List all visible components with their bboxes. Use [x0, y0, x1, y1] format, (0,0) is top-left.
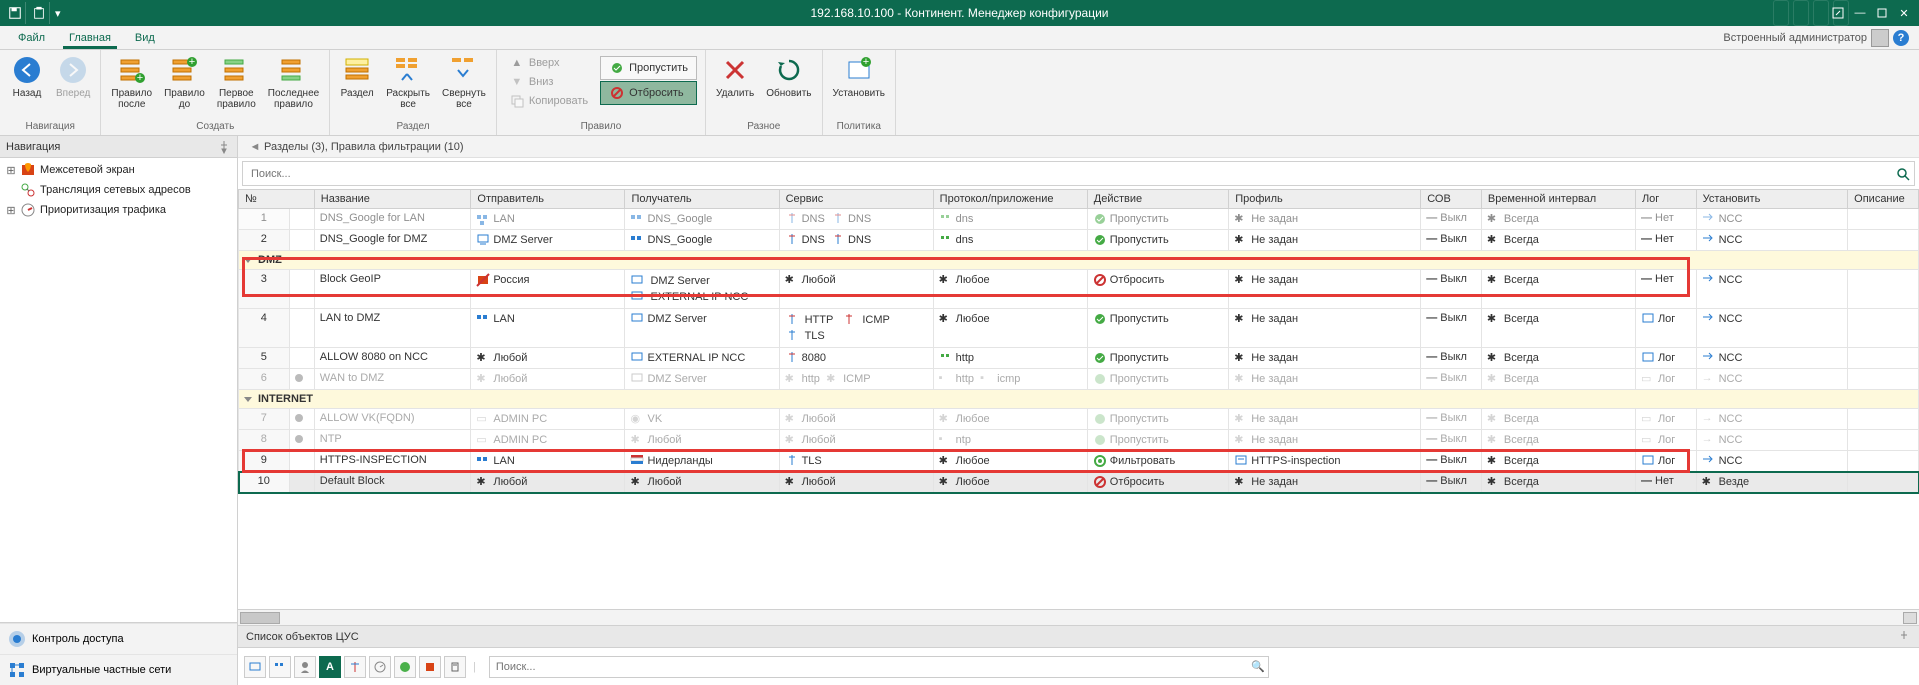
nav-forward-button: Вперед — [50, 52, 96, 101]
objlist-header: Список объектов ЦУС — [246, 631, 359, 643]
table-row[interactable]: 9 HTTPS-INSPECTION LAN Нидерланды TLS ✱Л… — [239, 451, 1919, 472]
titlebar: ▾ 192.168.10.100 - Континент. Менеджер к… — [0, 0, 1919, 26]
obj-filter-8[interactable] — [419, 656, 441, 678]
rules-table-wrap: № Название Отправитель Получатель Сервис… — [238, 189, 1919, 609]
maximize-button[interactable] — [1873, 4, 1891, 22]
search-icon[interactable] — [1892, 167, 1914, 181]
minimize-button[interactable]: — — [1851, 4, 1869, 22]
window-title: 192.168.10.100 - Континент. Менеджер кон… — [810, 6, 1108, 20]
nav-back-button[interactable]: Назад — [4, 52, 50, 101]
col-receiver[interactable]: Получатель — [625, 190, 779, 209]
svg-text:+: + — [137, 72, 143, 84]
delete-button[interactable]: Удалить — [710, 52, 760, 101]
table-row[interactable]: 4 LAN to DMZ LAN DMZ Server HTTP ICMPTLS… — [239, 309, 1919, 348]
allow-toggle[interactable]: Пропустить — [600, 56, 697, 80]
col-profile[interactable]: Профиль — [1229, 190, 1421, 209]
obj-filter-7[interactable] — [394, 656, 416, 678]
ribbon: Назад Вперед Навигация +Правило после +П… — [0, 50, 1919, 136]
drop-toggle[interactable]: Отбросить — [600, 81, 697, 105]
expand-all-button[interactable]: Раскрыть все — [380, 52, 436, 112]
tree-qos[interactable]: ⊞Приоритизация трафика — [0, 200, 237, 220]
tree-firewall[interactable]: ⊞Межсетевой экран — [0, 160, 237, 180]
rule-last-button[interactable]: Последнее правило — [262, 52, 325, 112]
breadcrumb-back-icon[interactable]: ◄ — [246, 141, 264, 153]
obj-filter-5[interactable] — [344, 656, 366, 678]
col-cob[interactable]: СОВ — [1421, 190, 1482, 209]
section-button[interactable]: Раздел — [334, 52, 380, 101]
help-icon[interactable]: ? — [1893, 30, 1909, 46]
collapse-all-button[interactable]: Свернуть все — [436, 52, 492, 112]
rule-first-button[interactable]: Первое правило — [211, 52, 262, 112]
col-install[interactable]: Установить — [1696, 190, 1848, 209]
obj-filter-9[interactable] — [444, 656, 466, 678]
refresh-button[interactable]: Обновить — [760, 52, 817, 101]
table-row[interactable]: 1 DNS_Google for LAN LAN DNS_Google DNS … — [239, 209, 1919, 230]
tab-file[interactable]: Файл — [6, 26, 57, 49]
col-num[interactable]: № — [239, 190, 315, 209]
col-proto[interactable]: Протокол/приложение — [933, 190, 1087, 209]
col-time[interactable]: Временной интервал — [1481, 190, 1635, 209]
tab-view[interactable]: Вид — [123, 26, 167, 49]
object-list-panel: Список объектов ЦУС A | 🔍 — [238, 625, 1919, 685]
obj-filter-2[interactable] — [269, 656, 291, 678]
ribbon-tabs: Файл Главная Вид Встроенный администрато… — [0, 26, 1919, 50]
table-row[interactable]: 10 Default Block ✱Любой ✱Любой ✱Любой ✱Л… — [239, 472, 1919, 493]
table-row[interactable]: 2 DNS_Google for DMZ DMZ Server DNS_Goog… — [239, 230, 1919, 251]
close-button[interactable]: ✕ — [1895, 4, 1913, 22]
install-button[interactable]: +Установить — [827, 52, 892, 101]
col-log[interactable]: Лог — [1635, 190, 1696, 209]
qat-paste-icon[interactable] — [28, 2, 50, 24]
move-down-button: ▼Вниз — [505, 73, 592, 91]
nav-header: Навигация — [6, 141, 60, 153]
rules-table: № Название Отправитель Получатель Сервис… — [238, 189, 1919, 493]
obj-filter-6[interactable] — [369, 656, 391, 678]
bottom-tab-vpn[interactable]: Виртуальные частные сети — [0, 654, 237, 685]
col-desc[interactable]: Описание — [1848, 190, 1919, 209]
breadcrumb: ◄Разделы (3), Правила фильтрации (10) — [238, 136, 1919, 158]
search-bar — [242, 161, 1915, 186]
copy-button: Копировать — [505, 92, 592, 110]
h-scrollbar[interactable] — [238, 609, 1919, 625]
col-service[interactable]: Сервис — [779, 190, 933, 209]
pin-icon[interactable] — [1897, 630, 1911, 644]
table-row[interactable]: 7 ALLOW VK(FQDN) ▭ADMIN PC ◉VK ✱Любой ✱Л… — [239, 409, 1919, 430]
pin-icon[interactable] — [217, 140, 231, 154]
tree-nat[interactable]: Трансляция сетевых адресов — [0, 180, 237, 200]
group-internet[interactable]: INTERNET — [239, 390, 1919, 409]
svg-text:+: + — [863, 56, 869, 68]
obj-filter-3[interactable] — [294, 656, 316, 678]
rule-after-button[interactable]: +Правило после — [105, 52, 158, 112]
bottom-tab-access[interactable]: Контроль доступа — [0, 623, 237, 654]
current-user: Встроенный администратор — [1723, 32, 1867, 44]
table-row[interactable]: 6 WAN to DMZ ✱Любой DMZ Server ✱http ✱IC… — [239, 369, 1919, 390]
qat-save-icon[interactable] — [4, 2, 26, 24]
obj-filter-1[interactable] — [244, 656, 266, 678]
col-sender[interactable]: Отправитель — [471, 190, 625, 209]
search-input[interactable] — [243, 168, 1892, 180]
rule-before-button[interactable]: +Правило до — [158, 52, 211, 112]
svg-text:+: + — [189, 56, 195, 68]
nav-panel: Навигация ⊞Межсетевой экран Трансляция с… — [0, 136, 238, 685]
objlist-search[interactable] — [490, 661, 1248, 673]
group-dmz[interactable]: DMZ — [239, 251, 1919, 270]
tab-main[interactable]: Главная — [57, 26, 123, 49]
table-row[interactable]: 8 NTP ▭ADMIN PC ✱Любой ✱Любой ▪ntp Пропу… — [239, 430, 1919, 451]
avatar[interactable] — [1871, 29, 1889, 47]
table-row[interactable]: 3 Block GeoIP Россия DMZ ServerEXTERNAL … — [239, 270, 1919, 309]
obj-filter-4[interactable]: A — [319, 656, 341, 678]
move-up-button: ▲Вверх — [505, 54, 592, 72]
table-row[interactable]: 5 ALLOW 8080 on NCC ✱Любой EXTERNAL IP N… — [239, 348, 1919, 369]
col-action[interactable]: Действие — [1087, 190, 1228, 209]
search-icon[interactable]: 🔍 — [1248, 660, 1268, 673]
col-name[interactable]: Название — [314, 190, 471, 209]
